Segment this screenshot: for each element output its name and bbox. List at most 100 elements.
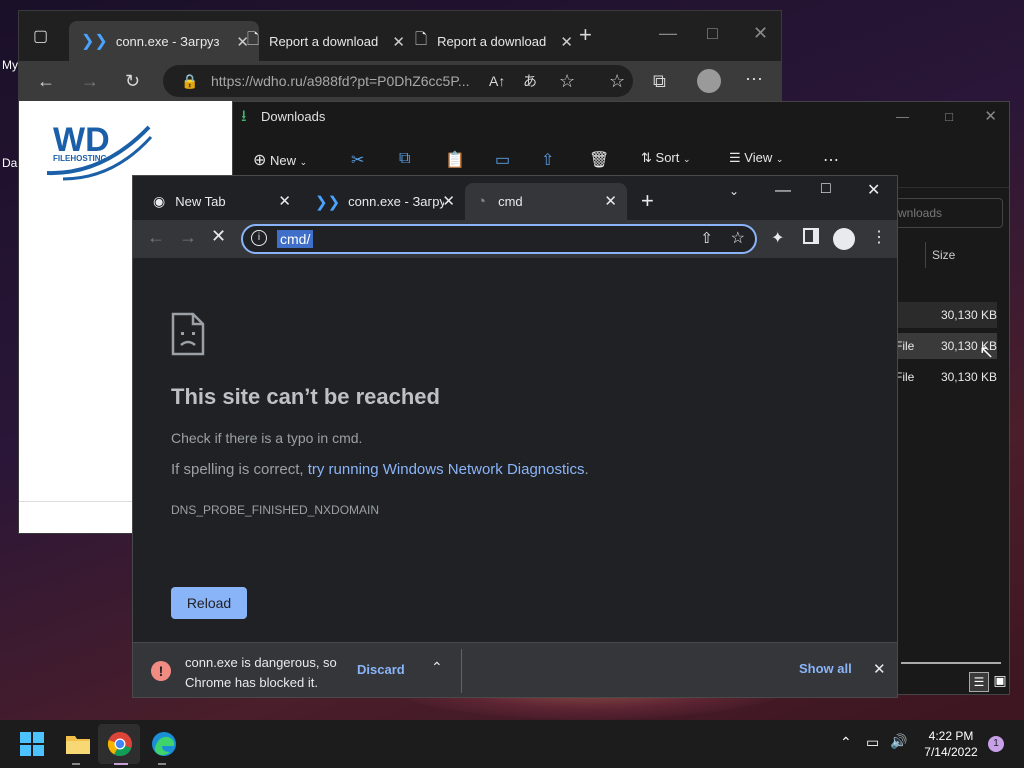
extensions-icon[interactable]: ✦ <box>771 228 784 248</box>
close-tab-icon[interactable]: ✕ <box>560 33 573 51</box>
file-explorer-taskbar-icon[interactable] <box>64 730 92 758</box>
tab-actions-icon[interactable]: ▢ <box>33 27 48 47</box>
notification-badge[interactable]: 1 <box>988 736 1004 752</box>
discard-button[interactable]: Discard <box>357 662 405 677</box>
read-aloud-icon[interactable]: A↑ <box>489 71 505 91</box>
rename-icon[interactable]: ▭ <box>495 150 510 170</box>
minimize-icon[interactable]: — <box>896 102 909 132</box>
website-favicon-icon: ❯❯ <box>81 33 108 50</box>
more-options-icon[interactable]: ⋯ <box>823 150 839 170</box>
delete-icon[interactable]: 🗑 <box>589 150 609 170</box>
edge-address-bar-row: ← → ↻ 🔒 https://wdho.ru/a988fd?pt=P0DhZ6… <box>19 61 781 101</box>
close-tab-icon[interactable]: ✕ <box>604 192 617 210</box>
new-button[interactable]: ⊕ New ⌄ <box>253 150 307 170</box>
edge-tab-conn[interactable]: ❯❯ conn.exe - Загрузи ✕ <box>69 21 259 61</box>
profile-avatar[interactable] <box>697 69 721 93</box>
clock-time: 4:22 PM <box>928 729 974 743</box>
copy-icon[interactable]: ⧉ <box>399 150 410 168</box>
new-tab-icon[interactable]: + <box>641 188 654 214</box>
close-window-icon[interactable]: ✕ <box>867 180 880 200</box>
scrollbar[interactable] <box>901 662 1001 664</box>
close-tab-icon[interactable]: ✕ <box>278 192 291 210</box>
file-size: 30,130 KB <box>940 308 997 322</box>
bookmark-star-icon[interactable]: ☆ <box>731 228 745 248</box>
maximize-icon[interactable]: □ <box>945 102 953 132</box>
chrome-logo-icon: ◉ <box>153 193 166 209</box>
lock-icon[interactable]: 🔒 <box>181 71 198 91</box>
chrome-toolbar: ← → ✕ i cmd/ ⇧ ☆ ✦ ⋮ <box>133 220 897 258</box>
sort-button[interactable]: ⇅ Sort ⌄ <box>641 150 691 166</box>
share-icon[interactable]: ⇧ <box>700 229 713 247</box>
omnibox-text: cmd/ <box>277 230 314 248</box>
profile-avatar[interactable] <box>833 228 855 250</box>
close-shelf-icon[interactable]: ✕ <box>873 660 886 678</box>
chrome-taskbar-icon[interactable] <box>106 730 134 758</box>
website-favicon-icon: ❯❯ <box>315 193 341 211</box>
add-favorite-icon[interactable]: ☆ <box>559 71 575 91</box>
side-panel-icon[interactable] <box>803 228 819 244</box>
details-view-icon[interactable]: ☰ <box>969 672 989 692</box>
minimize-icon[interactable]: — <box>659 23 677 43</box>
omnibox[interactable]: i cmd/ ⇧ ☆ <box>241 224 757 254</box>
close-window-icon[interactable]: ✕ <box>753 23 768 43</box>
close-tab-icon[interactable]: ✕ <box>392 33 405 51</box>
show-hidden-icons-icon[interactable]: ⌃ <box>840 734 852 751</box>
desktop-icon-label[interactable]: Da <box>2 156 17 170</box>
search-input[interactable]: wnloads <box>883 198 1003 228</box>
tiles-view-icon[interactable]: ▣ <box>991 672 1009 692</box>
maximize-icon[interactable]: □ <box>707 23 718 43</box>
file-row[interactable]: File 30,130 KB <box>891 364 997 390</box>
windows-start-icon[interactable] <box>20 732 44 756</box>
more-menu-icon[interactable]: ⋮ <box>871 227 887 247</box>
desktop-icon-label[interactable]: My <box>2 58 18 72</box>
chrome-tab-cmd[interactable]: ◔ cmd ✕ <box>465 183 627 220</box>
running-indicator <box>72 763 80 765</box>
close-tab-icon[interactable]: ✕ <box>442 192 455 210</box>
stop-loading-icon[interactable]: ✕ <box>211 226 226 247</box>
translate-icon[interactable]: あ <box>523 71 537 91</box>
edge-taskbar-icon[interactable] <box>150 730 178 758</box>
file-size: 30,130 KB <box>940 370 997 384</box>
chrome-tab-new-tab[interactable]: ◉ New Tab ✕ <box>141 183 301 220</box>
column-header-size[interactable]: Size <box>925 242 1005 268</box>
network-icon[interactable]: ▭ <box>866 734 879 751</box>
back-icon[interactable]: ← <box>37 71 55 91</box>
new-tab-icon[interactable]: + <box>579 24 592 46</box>
minimize-icon[interactable]: — <box>775 182 791 200</box>
tab-search-icon[interactable]: ⌄ <box>729 184 739 198</box>
edge-tab-report-2[interactable]: 🗋 Report a download ✕ <box>411 21 583 61</box>
edge-tab-report-1[interactable]: 🗋 Report a download ✕ <box>243 21 415 61</box>
url-text: https://wdho.ru/a988fd?pt=P0DhZ6cc5P... <box>211 73 470 89</box>
chrome-tab-conn[interactable]: ❯❯ conn.exe - Загрузи ✕ <box>305 183 465 220</box>
cut-icon[interactable]: ✂ <box>351 150 364 170</box>
back-icon[interactable]: ← <box>147 227 165 248</box>
share-icon[interactable]: ⇧ <box>541 150 554 170</box>
file-row[interactable]: 30,130 KB <box>891 302 997 328</box>
clock[interactable]: 4:22 PM 7/14/2022 <box>916 728 986 760</box>
close-window-icon[interactable]: ✕ <box>984 102 997 132</box>
site-info-icon[interactable]: i <box>251 230 267 246</box>
paste-icon[interactable]: 📋 <box>445 150 465 170</box>
reload-button[interactable]: Reload <box>171 587 247 619</box>
forward-icon[interactable]: → <box>179 227 197 248</box>
volume-icon[interactable]: 🔊 <box>890 733 907 750</box>
tab-title: cmd <box>498 194 523 209</box>
show-all-button[interactable]: Show all <box>799 661 852 676</box>
tab-title: Report a download <box>437 33 547 49</box>
error-title: This site can’t be reached <box>171 384 440 409</box>
forward-icon[interactable]: → <box>81 71 99 91</box>
more-menu-icon[interactable]: ⋯ <box>745 69 763 89</box>
network-diagnostics-link[interactable]: try running Windows Network Diagnostics <box>308 461 585 478</box>
refresh-icon[interactable]: ↻ <box>125 71 140 91</box>
column-size-label: Size <box>932 248 956 262</box>
collections-icon[interactable]: ⧉ <box>653 71 666 91</box>
view-button[interactable]: ☰ View ⌄ <box>729 150 783 166</box>
warning-line: Chrome has blocked it. <box>185 675 318 690</box>
maximize-icon[interactable]: □ <box>821 180 831 198</box>
favorites-icon[interactable]: ☆ <box>609 71 625 91</box>
chevron-up-icon[interactable]: ⌃ <box>431 659 443 676</box>
chevron-down-icon: ⌄ <box>775 154 784 164</box>
chevron-down-icon: ⌄ <box>299 157 308 167</box>
view-icon: ☰ <box>729 150 741 165</box>
divider <box>461 649 462 693</box>
